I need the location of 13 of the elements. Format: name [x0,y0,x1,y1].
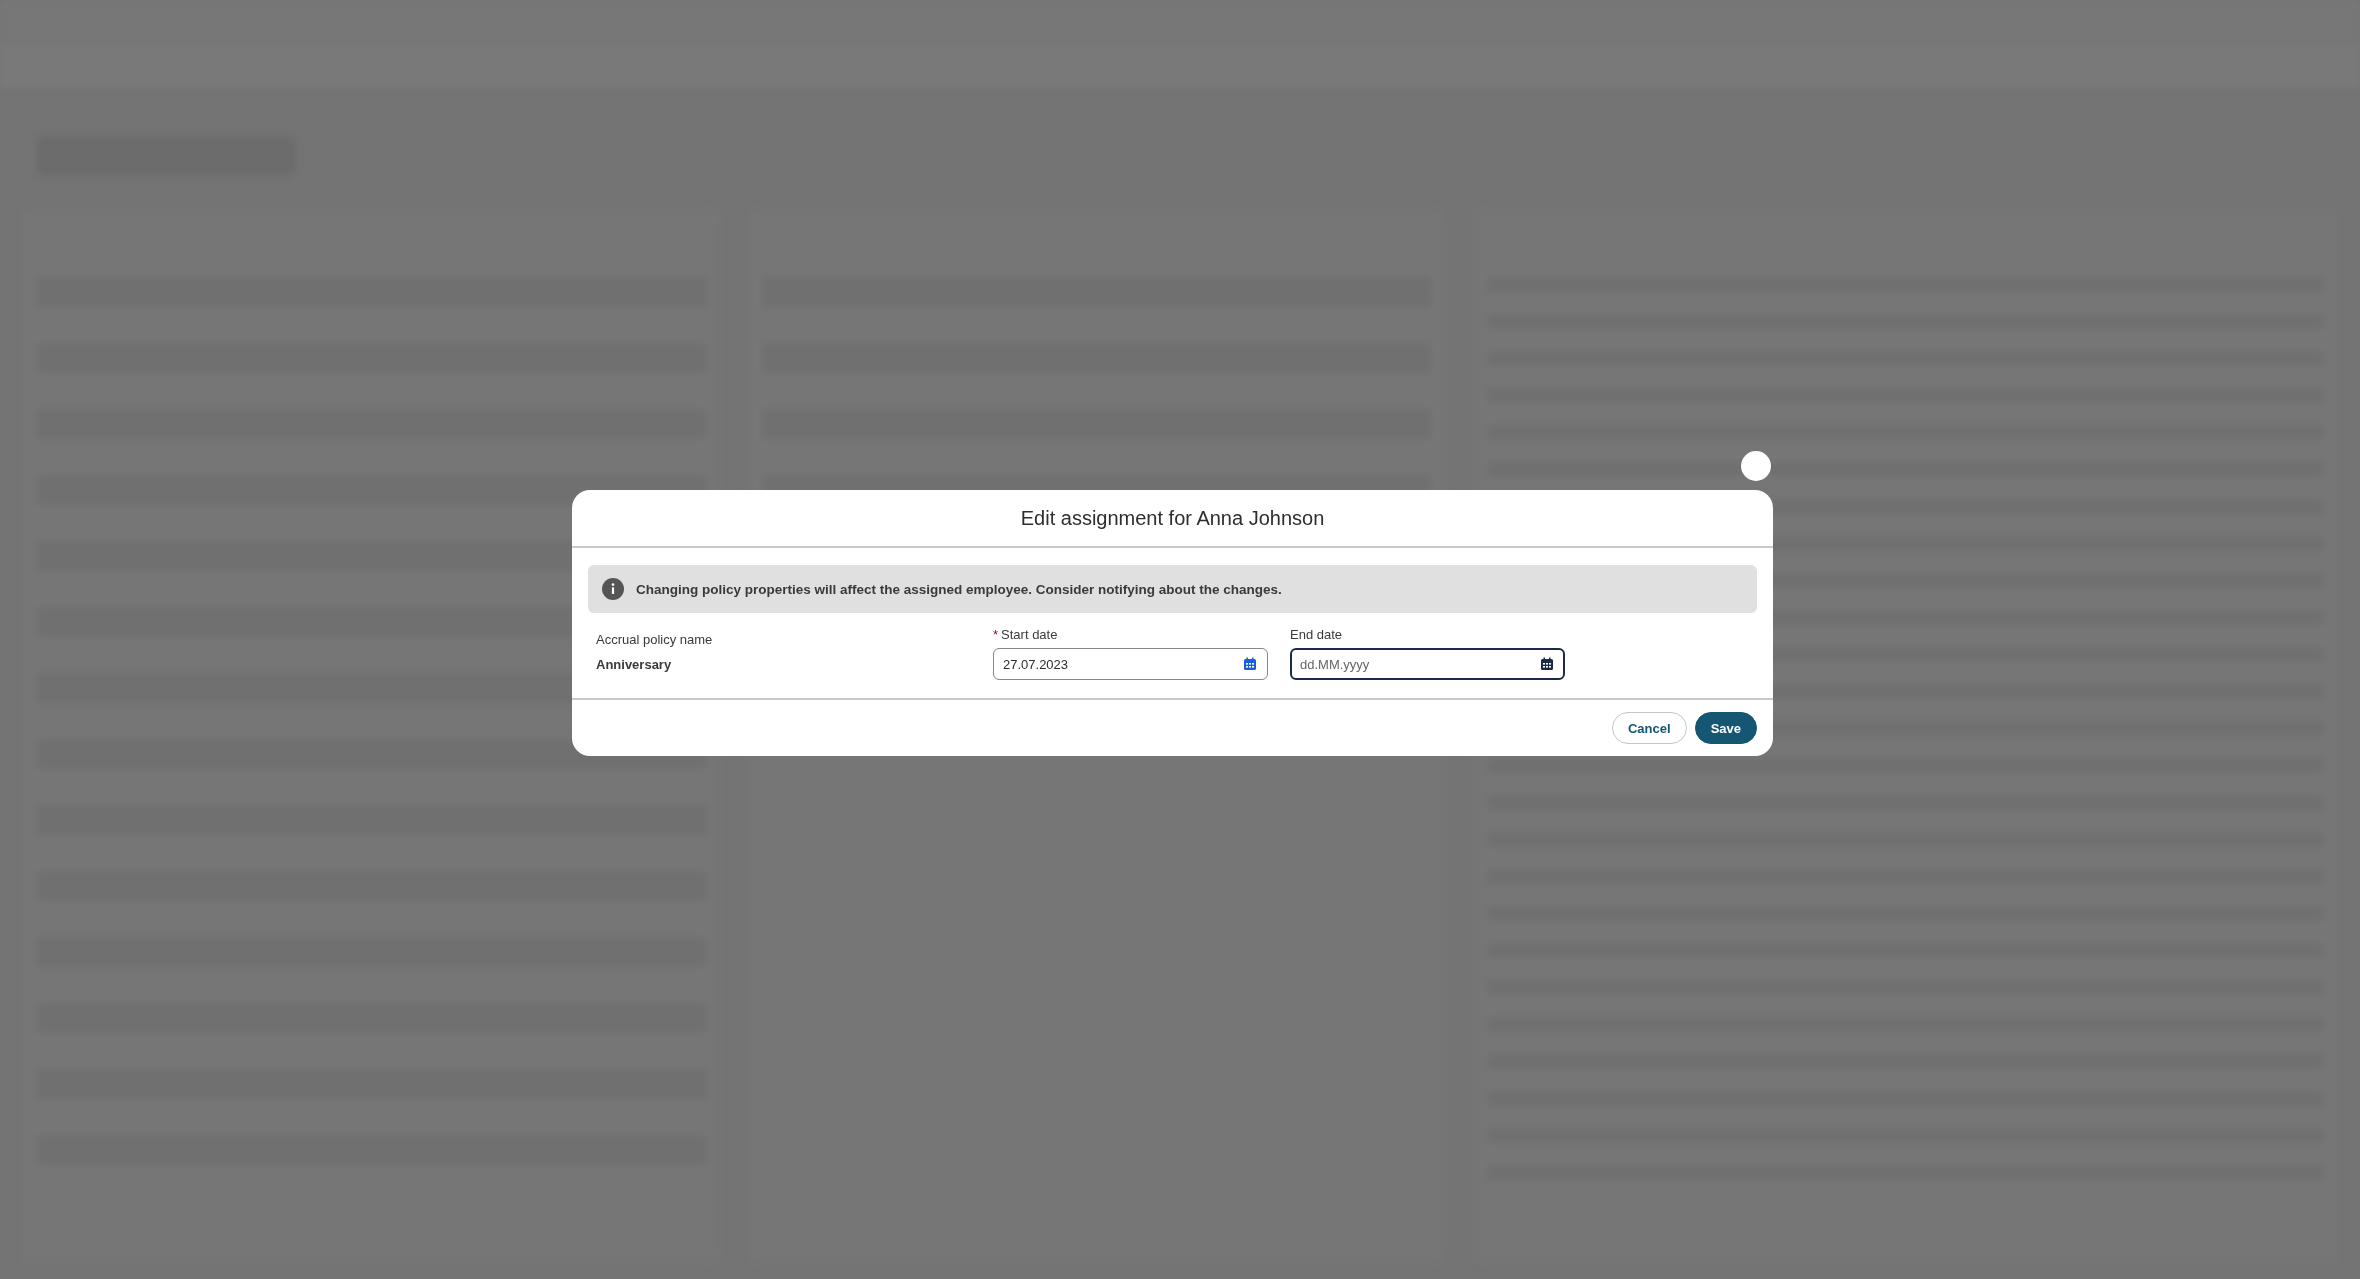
field-label: Start date [1001,627,1058,642]
notice-text: Changing policy properties will affect the assigned employee. Consider notifying about the changes. [636,581,1282,597]
info-icon [602,578,624,600]
field-label: Accrual policy name [596,632,714,647]
date-field[interactable]: 27.07.2023 [993,648,1268,680]
save-button[interactable]: Save [1694,712,1757,744]
required-asterisk: * [993,627,999,642]
field-value: Anniversary [596,657,673,672]
dialog-title: Edit assignment for Anna Johnson [1020,506,1325,530]
date-field[interactable]: dd.MM.yyyy [1290,648,1565,680]
calendar-icon[interactable] [1540,657,1554,671]
cancel-button[interactable]: Cancel [1612,712,1687,744]
field-label: End date [1290,627,1343,642]
